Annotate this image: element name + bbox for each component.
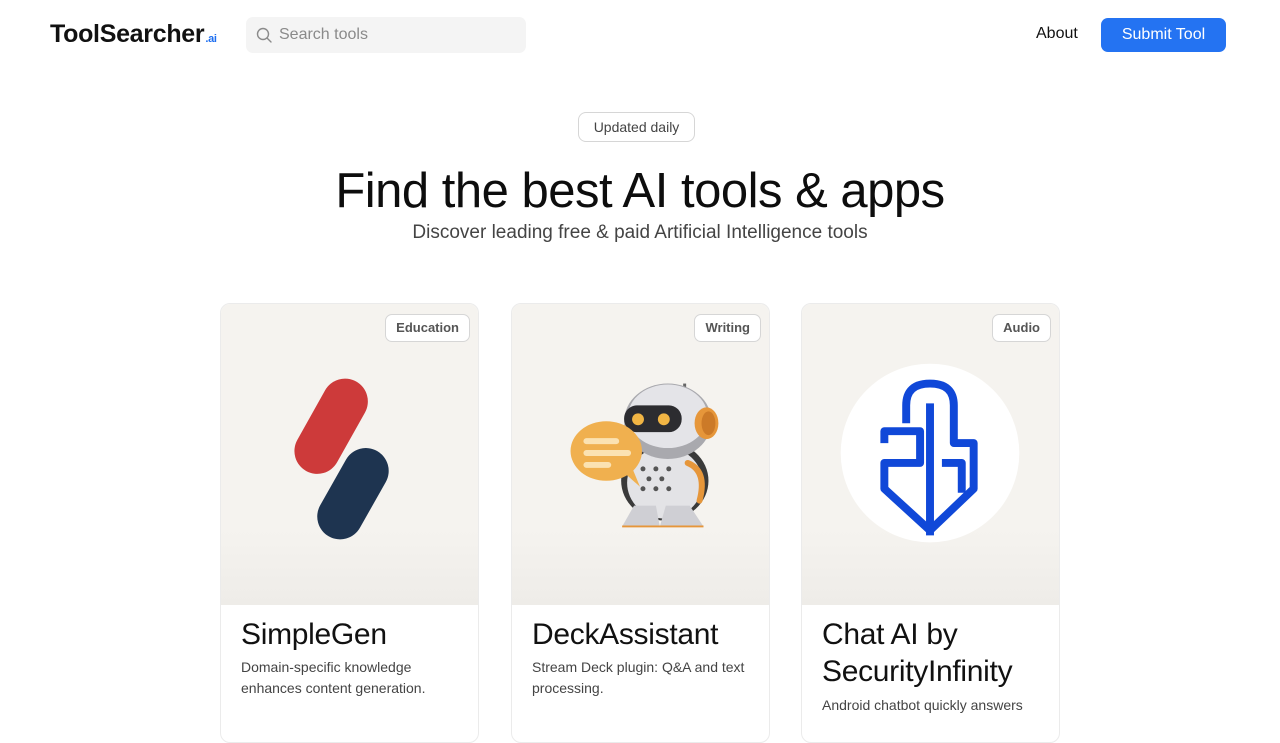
- tool-name: DeckAssistant: [532, 618, 719, 651]
- robot-chat-icon: [570, 383, 719, 528]
- updated-badge: Updated daily: [578, 112, 695, 142]
- tool-name: SimpleGen: [241, 618, 387, 651]
- submit-tool-button[interactable]: Submit Tool: [1101, 18, 1226, 52]
- category-tag[interactable]: Writing: [694, 314, 761, 342]
- simplegen-logo-icon: [294, 378, 389, 540]
- tool-card-simplegen[interactable]: Education SimpleGen Domain-specific know…: [220, 303, 479, 743]
- site-header: ToolSearcher.ai About Submit Tool: [0, 0, 1280, 70]
- search-bar[interactable]: [246, 17, 526, 53]
- tool-description: Android chatbot quickly answers: [822, 697, 1023, 713]
- tool-card-deckassistant[interactable]: Writing DeckAssistant Stream Deck plugin…: [511, 303, 770, 743]
- securityinfinity-logo-icon: [840, 363, 1020, 543]
- category-tag[interactable]: Education: [385, 314, 470, 342]
- tool-description: Stream Deck plugin: Q&A and text process…: [532, 659, 745, 696]
- search-icon: [256, 27, 272, 43]
- logo-text: ToolSearcher: [50, 20, 205, 48]
- page-title: Find the best AI tools & apps: [335, 164, 945, 218]
- tool-card-chat-ai-securityinfinity[interactable]: Audio Chat AI by SecurityInfinity Androi…: [801, 303, 1060, 743]
- tool-name: Chat AI by SecurityInfinity: [822, 618, 1013, 688]
- page-subtitle: Discover leading free & paid Artificial …: [412, 222, 868, 243]
- search-input[interactable]: [279, 17, 519, 53]
- logo-suffix: .ai: [205, 33, 217, 45]
- tool-description: Domain-specific knowledge enhances conte…: [241, 659, 426, 696]
- category-tag[interactable]: Audio: [992, 314, 1051, 342]
- site-logo[interactable]: ToolSearcher.ai: [50, 20, 217, 49]
- about-link[interactable]: About: [1036, 25, 1078, 43]
